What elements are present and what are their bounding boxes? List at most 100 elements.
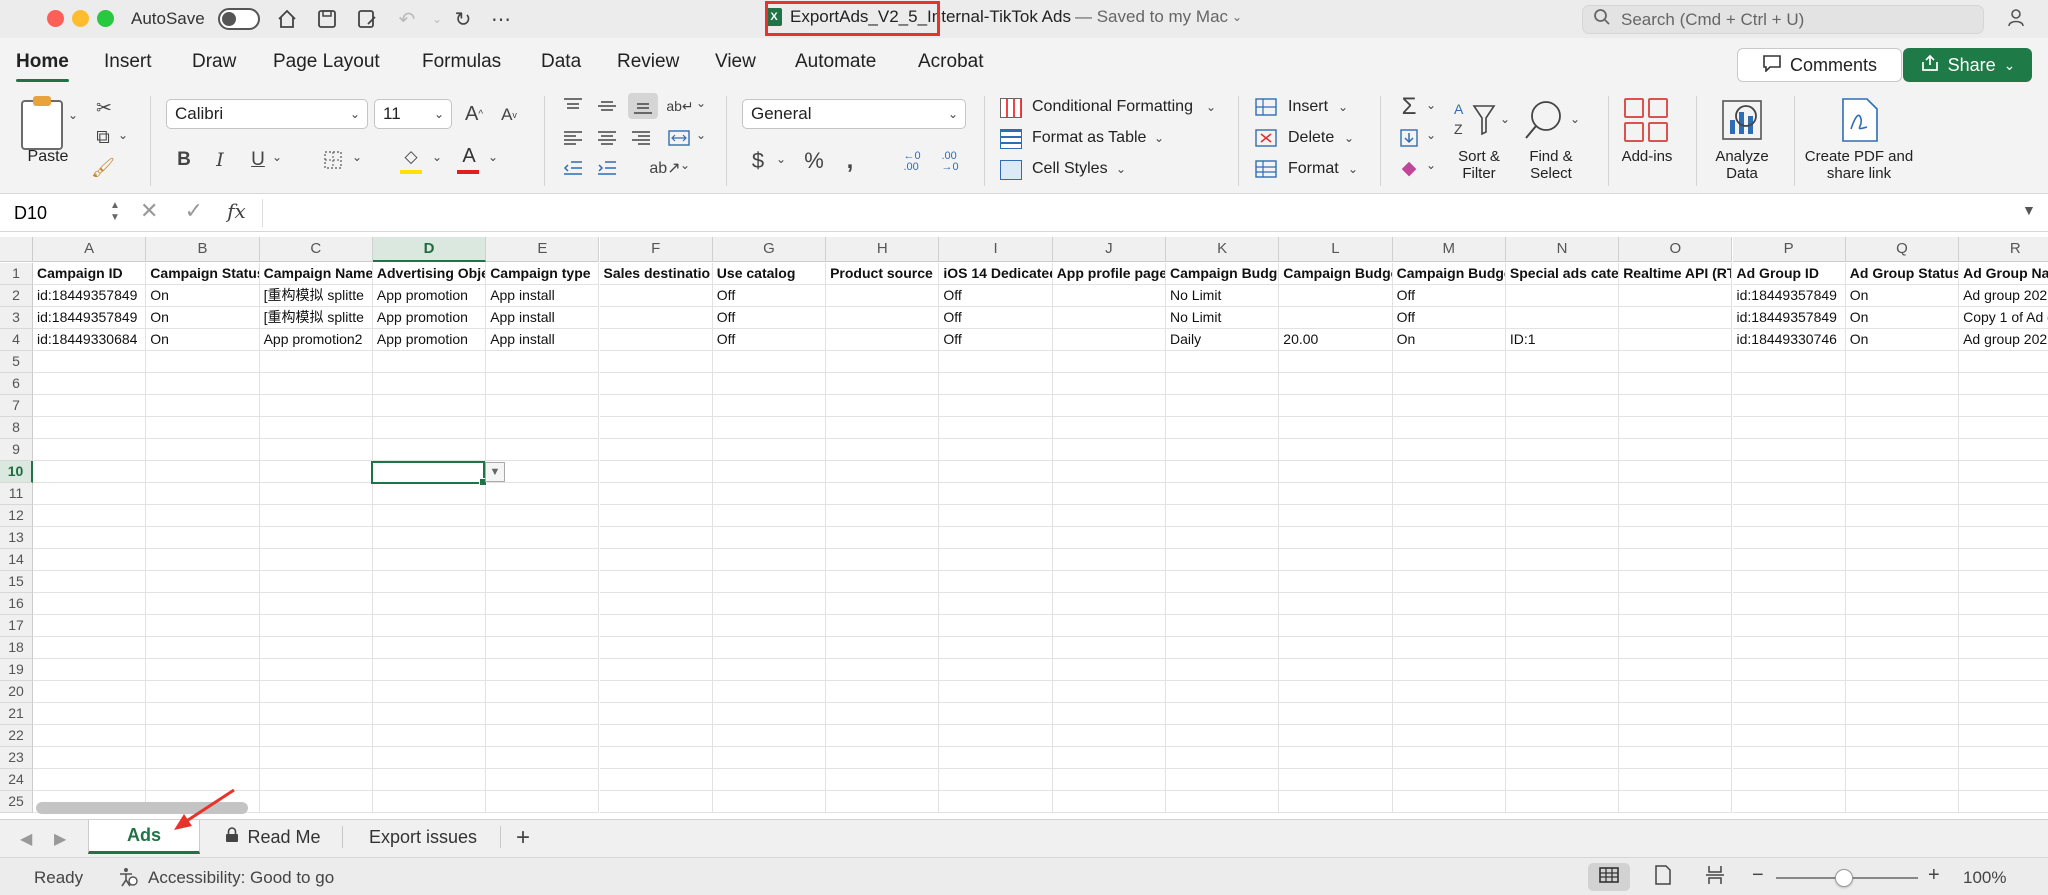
cell-l13[interactable] — [1279, 527, 1393, 549]
row-header-3[interactable]: 3 — [0, 307, 33, 329]
cell-e23[interactable] — [486, 747, 600, 769]
cell-a6[interactable] — [33, 373, 147, 395]
cell-h8[interactable] — [826, 417, 940, 439]
align-top-icon[interactable] — [560, 94, 586, 118]
cell-o24[interactable] — [1619, 769, 1733, 791]
cell-j19[interactable] — [1052, 659, 1166, 681]
clear-dropdown-icon[interactable]: ⌄ — [1426, 158, 1436, 172]
tab-insert[interactable]: Insert — [104, 51, 152, 73]
cell-o2[interactable] — [1619, 285, 1733, 307]
cell-j10[interactable] — [1052, 461, 1166, 483]
increase-font-size-icon[interactable]: A ^ — [460, 101, 488, 127]
column-header-p[interactable]: P — [1732, 237, 1846, 262]
cell-g4[interactable]: Off — [712, 329, 827, 351]
cell-l19[interactable] — [1279, 659, 1393, 681]
cell-g2[interactable]: Off — [712, 285, 827, 307]
sheet-tab-export-issues[interactable]: Export issues — [350, 820, 496, 854]
cut-icon[interactable]: ✂ — [92, 96, 116, 120]
cell-b7[interactable] — [146, 395, 260, 417]
cell-g13[interactable] — [712, 527, 827, 549]
cell-h7[interactable] — [826, 395, 940, 417]
cell-c13[interactable] — [259, 527, 373, 549]
cell-j3[interactable] — [1052, 307, 1166, 329]
cell-i6[interactable] — [939, 373, 1053, 395]
undo-icon[interactable]: ↶ — [394, 6, 420, 32]
save-icon[interactable] — [314, 6, 340, 32]
autosum-dropdown-icon[interactable]: ⌄ — [1426, 98, 1436, 112]
cell-e17[interactable] — [486, 615, 600, 637]
fill-dropdown-icon[interactable]: ⌄ — [1426, 128, 1436, 142]
cell-g5[interactable] — [712, 351, 827, 373]
name-box-stepper-icon[interactable]: ▲ ▼ — [110, 200, 120, 224]
next-sheet-icon[interactable]: ▶ — [54, 829, 66, 849]
cell-i7[interactable] — [939, 395, 1053, 417]
cell-i19[interactable] — [939, 659, 1053, 681]
cell-n8[interactable] — [1505, 417, 1620, 439]
cell-q23[interactable] — [1845, 747, 1960, 769]
cell-d23[interactable] — [372, 747, 487, 769]
increase-decimal-icon[interactable]: ←0.00 — [896, 148, 928, 176]
cell-a20[interactable] — [33, 681, 147, 703]
paste-label[interactable]: Paste — [18, 148, 78, 165]
cell-l25[interactable] — [1279, 791, 1393, 813]
find-select-dropdown-icon[interactable]: ⌄ — [1570, 112, 1580, 126]
currency-icon[interactable]: $ — [745, 148, 771, 174]
cell-g19[interactable] — [712, 659, 827, 681]
cell-n23[interactable] — [1505, 747, 1620, 769]
cell-k6[interactable] — [1166, 373, 1280, 395]
cell-i18[interactable] — [939, 637, 1053, 659]
cell-q22[interactable] — [1845, 725, 1960, 747]
cell-n25[interactable] — [1505, 791, 1620, 813]
cell-d1[interactable]: Advertising Obje — [372, 263, 487, 285]
cell-b11[interactable] — [146, 483, 260, 505]
cell-r24[interactable] — [1959, 769, 2048, 791]
column-header-r[interactable]: R — [1959, 237, 2048, 262]
autosave-toggle[interactable] — [218, 8, 260, 30]
cell-h2[interactable] — [826, 285, 940, 307]
align-middle-icon[interactable] — [594, 94, 620, 118]
cell-d25[interactable] — [372, 791, 487, 813]
align-left-icon[interactable] — [560, 126, 586, 150]
column-header-m[interactable]: M — [1392, 237, 1506, 262]
cell-c10[interactable] — [259, 461, 373, 483]
cell-o10[interactable] — [1619, 461, 1733, 483]
cell-r25[interactable] — [1959, 791, 2048, 813]
cell-f17[interactable] — [599, 615, 713, 637]
cell-p25[interactable] — [1732, 791, 1846, 813]
cell-r1[interactable]: Ad Group Nan — [1959, 263, 2048, 285]
cell-f22[interactable] — [599, 725, 713, 747]
cell-a5[interactable] — [33, 351, 147, 373]
cell-d16[interactable] — [372, 593, 487, 615]
cell-d14[interactable] — [372, 549, 487, 571]
cell-l12[interactable] — [1279, 505, 1393, 527]
cell-j18[interactable] — [1052, 637, 1166, 659]
cell-e7[interactable] — [486, 395, 600, 417]
cell-g3[interactable]: Off — [712, 307, 827, 329]
cell-f16[interactable] — [599, 593, 713, 615]
cell-g23[interactable] — [712, 747, 827, 769]
cell-k20[interactable] — [1166, 681, 1280, 703]
cell-l5[interactable] — [1279, 351, 1393, 373]
cell-q5[interactable] — [1845, 351, 1960, 373]
column-header-i[interactable]: I — [939, 237, 1053, 262]
cell-g18[interactable] — [712, 637, 827, 659]
cell-j8[interactable] — [1052, 417, 1166, 439]
cell-l14[interactable] — [1279, 549, 1393, 571]
cell-r12[interactable] — [1959, 505, 2048, 527]
sort-filter-label[interactable]: Sort & Filter — [1448, 148, 1510, 182]
cell-o8[interactable] — [1619, 417, 1733, 439]
cell-c18[interactable] — [259, 637, 373, 659]
cell-i4[interactable]: Off — [939, 329, 1053, 351]
cell-k18[interactable] — [1166, 637, 1280, 659]
cell-o15[interactable] — [1619, 571, 1733, 593]
cell-j11[interactable] — [1052, 483, 1166, 505]
cell-o20[interactable] — [1619, 681, 1733, 703]
enter-icon[interactable]: ✓ — [185, 198, 203, 223]
cell-n17[interactable] — [1505, 615, 1620, 637]
cell-g14[interactable] — [712, 549, 827, 571]
merge-center-icon[interactable] — [666, 126, 692, 150]
cell-n7[interactable] — [1505, 395, 1620, 417]
cell-e20[interactable] — [486, 681, 600, 703]
cell-f3[interactable] — [599, 307, 713, 329]
cell-f2[interactable] — [599, 285, 713, 307]
